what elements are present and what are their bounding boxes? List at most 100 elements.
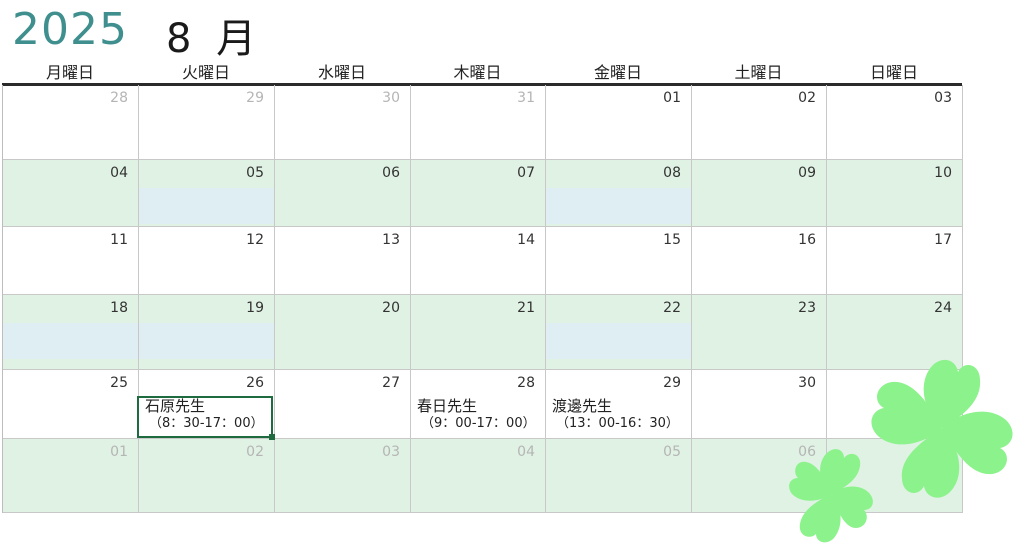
day-cell[interactable]: 11 [3,227,139,295]
day-number: 16 [798,232,816,248]
weekday-thu: 木曜日 [453,63,502,82]
day-number: 03 [382,444,400,460]
day-number: 17 [934,232,952,248]
day-number: 18 [110,300,128,316]
year-label: 2025 [12,4,128,55]
day-number: 25 [110,375,128,391]
day-number: 07 [517,165,535,181]
weekday-tue: 火曜日 [181,63,230,82]
day-cell[interactable]: 08 [546,160,692,227]
day-number: 27 [382,375,400,391]
day-cell[interactable]: 30 [275,85,411,160]
day-number: 28 [517,375,535,391]
day-cell[interactable]: 01 [3,439,139,513]
day-number: 28 [110,90,128,106]
day-cell[interactable]: 07 [411,160,546,227]
day-number: 31 [517,90,535,106]
event-name: 渡邊先生 [552,397,613,415]
day-cell[interactable]: 04 [3,160,139,227]
day-number: 29 [246,90,264,106]
month-label: 8 月 [166,16,263,62]
weekday-sat: 土曜日 [734,63,783,82]
weekday-sun: 日曜日 [869,63,918,82]
event-name: 石原先生 [145,397,206,415]
day-number: 04 [517,444,535,460]
day-number: 23 [798,300,816,316]
day-number: 05 [246,165,264,181]
weekday-fri: 金曜日 [593,63,642,82]
day-cell[interactable]: 29 渡邊先生 （13：00-16：30） [546,370,692,439]
day-number: 02 [246,444,264,460]
day-cell[interactable]: 02 [139,439,275,513]
day-number: 20 [382,300,400,316]
day-cell[interactable]: 12 [139,227,275,295]
day-cell[interactable]: 31 [411,85,546,160]
event-time: （13：00-16：30） [556,416,679,431]
day-number: 15 [663,232,681,248]
day-cell[interactable]: 10 [827,160,963,227]
clover-icon [789,449,873,543]
day-number: 05 [663,444,681,460]
day-cell[interactable]: 20 [275,295,411,370]
day-cell[interactable]: 05 [546,439,692,513]
clover-icon [871,359,1013,498]
day-cell[interactable]: 30 [692,370,827,439]
day-cell[interactable]: 06 [275,160,411,227]
day-number: 30 [798,375,816,391]
day-number: 02 [798,90,816,106]
highlight-band [3,323,138,359]
day-cell[interactable]: 03 [275,439,411,513]
day-number: 04 [110,165,128,181]
day-number: 26 [246,375,264,391]
day-number: 14 [517,232,535,248]
highlight-band [546,188,691,224]
day-cell[interactable]: 15 [546,227,692,295]
event-time: （8：30-17：00） [149,416,264,431]
day-number: 11 [110,232,128,248]
weekday-header: 月曜日 火曜日 水曜日 木曜日 金曜日 土曜日 日曜日 [2,62,962,86]
day-cell[interactable]: 23 [692,295,827,370]
day-cell[interactable]: 29 [139,85,275,160]
day-number: 06 [382,165,400,181]
day-number: 09 [798,165,816,181]
day-cell[interactable]: 04 [411,439,546,513]
day-cell[interactable]: 22 [546,295,692,370]
day-cell[interactable]: 28 [3,85,139,160]
day-number: 01 [663,90,681,106]
day-cell[interactable]: 21 [411,295,546,370]
day-number: 03 [934,90,952,106]
day-cell[interactable]: 05 [139,160,275,227]
day-number: 10 [934,165,952,181]
day-cell[interactable]: 16 [692,227,827,295]
event-entry[interactable]: 石原先生 （8：30-17：00） [145,397,264,432]
day-cell[interactable]: 14 [411,227,546,295]
event-entry[interactable]: 渡邊先生 （13：00-16：30） [552,397,679,432]
day-number: 08 [663,165,681,181]
day-cell[interactable]: 27 [275,370,411,439]
day-cell[interactable]: 09 [692,160,827,227]
highlight-band [546,323,691,359]
day-number: 30 [382,90,400,106]
day-number: 12 [246,232,264,248]
highlight-band [139,323,274,359]
day-number: 29 [663,375,681,391]
day-cell[interactable]: 02 [692,85,827,160]
day-cell[interactable]: 01 [546,85,692,160]
day-number: 21 [517,300,535,316]
event-time: （9：00-17：00） [421,416,536,431]
day-number: 13 [382,232,400,248]
day-cell[interactable]: 19 [139,295,275,370]
day-cell[interactable]: 28 春日先生 （9：00-17：00） [411,370,546,439]
day-cell[interactable]: 13 [275,227,411,295]
day-number: 19 [246,300,264,316]
day-number: 24 [934,300,952,316]
day-number: 22 [663,300,681,316]
day-cell[interactable]: 26 石原先生 （8：30-17：00） [139,370,275,439]
day-cell[interactable]: 25 [3,370,139,439]
event-entry[interactable]: 春日先生 （9：00-17：00） [417,397,536,432]
day-cell[interactable]: 18 [3,295,139,370]
day-cell[interactable]: 03 [827,85,963,160]
highlight-band [139,188,274,224]
day-cell[interactable]: 17 [827,227,963,295]
event-name: 春日先生 [417,397,478,415]
